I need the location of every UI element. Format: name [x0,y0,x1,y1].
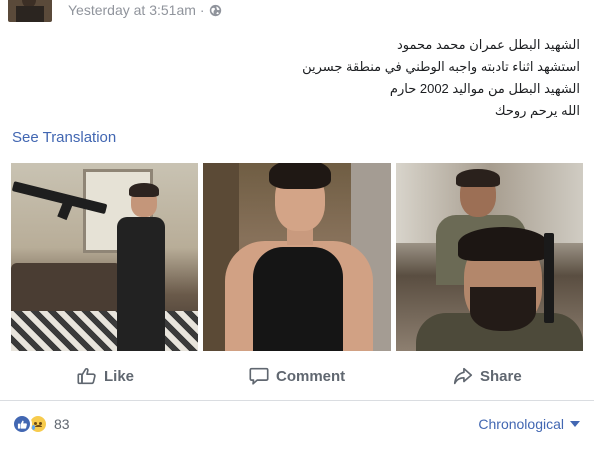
person-hair [269,163,331,189]
person-torso [117,217,165,351]
person-tank-top [253,247,343,351]
caret-down-icon [570,421,580,427]
thumbs-up-icon [77,367,96,385]
photo-3[interactable] [396,163,583,351]
photo-gun [544,233,554,323]
photo-person [109,183,167,351]
person-back-hair [456,169,500,187]
comment-sort-dropdown[interactable]: Chronological [478,416,580,432]
post-text: الشهيد البطل عمران محمد محمود استشهد اثن… [200,34,580,122]
post-timestamp[interactable]: Yesterday at 3:51am [68,2,196,18]
reaction-count: 83 [54,416,70,432]
post-text-line: الشهيد البطل عمران محمد محمود [396,37,580,52]
avatar-body [16,6,44,22]
footer-divider [0,400,594,401]
like-button[interactable]: Like [76,358,134,394]
comment-icon [249,367,269,385]
globe-icon[interactable] [209,4,222,17]
reactions-summary[interactable]: 83 [12,414,70,434]
post-actions: Like Comment Share [0,358,594,394]
photo-1[interactable] [11,163,198,351]
post-footer: 83 Chronological [0,410,594,438]
person-front-hair [458,227,548,261]
share-arrow-icon [453,367,473,385]
person-front-beard [470,287,536,331]
photo-grid [11,163,583,351]
photo-rug [11,311,198,351]
like-reaction-icon [12,414,32,434]
post-text-line: استشهد اثناء تادبته واجبه الوطني في منطق… [302,59,580,74]
post-text-line: الشهيد البطل من مواليد 2002 حارم [389,81,580,96]
share-label: Share [480,367,522,385]
see-translation-link[interactable]: See Translation [12,129,116,146]
like-label: Like [104,367,135,385]
comment-button[interactable]: Comment [248,358,345,394]
sort-label: Chronological [478,416,564,432]
timestamp-separator: · [199,2,205,18]
person-hair [129,183,159,197]
post-timestamp-row: Yesterday at 3:51am · [68,2,222,18]
avatar[interactable] [8,0,52,22]
share-button[interactable]: Share [452,358,522,394]
post-text-line: الله يرحم روحك [494,103,580,118]
comment-label: Comment [276,367,346,385]
photo-2[interactable] [203,163,391,351]
